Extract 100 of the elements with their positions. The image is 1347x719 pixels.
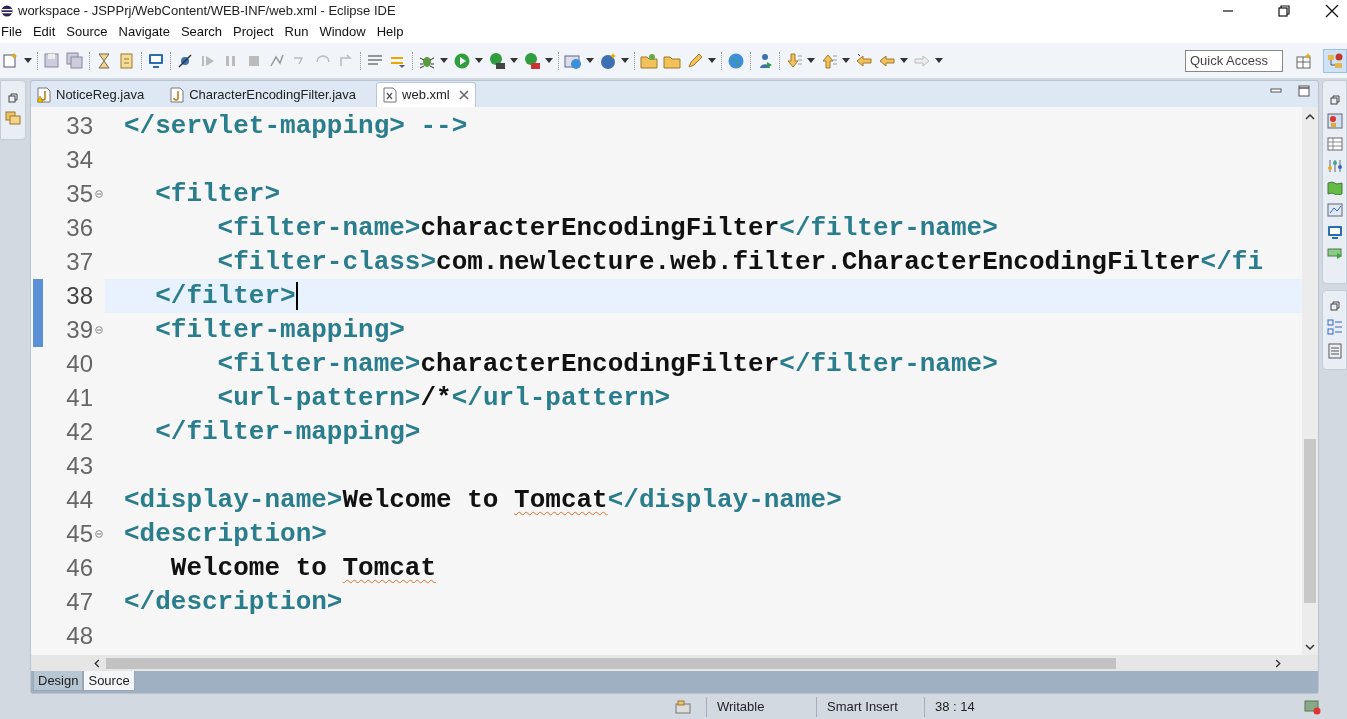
- line-number: 45: [65, 519, 93, 549]
- folders-icon[interactable]: [5, 111, 21, 125]
- folder-icon[interactable]: [674, 699, 692, 715]
- fold-icon[interactable]: [95, 530, 103, 538]
- notification-icon[interactable]: [1304, 699, 1322, 715]
- save-all-icon[interactable]: [66, 51, 84, 70]
- menu-item[interactable]: Help: [376, 22, 404, 42]
- xml-text: /*: [420, 381, 452, 415]
- outline-icon[interactable]: [1326, 319, 1343, 335]
- quick-access-field[interactable]: Quick Access: [1185, 49, 1283, 72]
- menu-item[interactable]: Run: [284, 22, 309, 42]
- xml-text: characterEncodingFilter: [420, 347, 780, 381]
- menu-item[interactable]: Project: [233, 22, 274, 42]
- horizontal-scrollbar[interactable]: [31, 655, 1318, 671]
- globe-icon[interactable]: [727, 51, 745, 70]
- line-number: 46: [65, 553, 93, 583]
- xml-text: characterEncodingFilter: [420, 211, 780, 245]
- hourglass-icon[interactable]: [95, 51, 113, 70]
- dropdown-caret-icon[interactable]: [586, 58, 594, 63]
- fold-icon[interactable]: [95, 326, 103, 334]
- chart-icon[interactable]: [1326, 203, 1343, 217]
- line-number: 37: [65, 247, 93, 277]
- run-external-icon[interactable]: [523, 51, 541, 70]
- dropdown-caret-icon[interactable]: [621, 58, 629, 63]
- xml-tag: </servlet-mapping> -->: [124, 107, 468, 146]
- menu-item[interactable]: File: [0, 22, 22, 42]
- save-icon[interactable]: [43, 51, 61, 70]
- maximize-icon[interactable]: [1298, 85, 1310, 97]
- dropdown-caret-icon[interactable]: [935, 58, 943, 63]
- dropdown-caret-icon[interactable]: [440, 58, 448, 63]
- status-text: 38 : 14: [935, 698, 975, 717]
- scroll-up-icon[interactable]: [1305, 113, 1315, 121]
- skip-breakpoints-icon[interactable]: [176, 51, 194, 70]
- editor-tab[interactable]: web.xml: [376, 82, 476, 107]
- open-folder-icon[interactable]: [640, 51, 658, 70]
- menu-item[interactable]: Navigate: [118, 22, 170, 42]
- scroll-down-icon[interactable]: [1305, 643, 1315, 651]
- status-text: Smart Insert: [827, 698, 898, 717]
- menu-item[interactable]: Edit: [32, 22, 56, 42]
- line-number: 44: [65, 485, 93, 515]
- xml-tag: </url-pattern>: [451, 378, 671, 418]
- xml-text: Welcome to: [169, 551, 328, 585]
- line-number: 38: [65, 281, 93, 311]
- dropdown-caret-icon[interactable]: [807, 58, 815, 63]
- console-icon[interactable]: [1326, 247, 1343, 259]
- line-number: 48: [65, 621, 93, 651]
- map-icon[interactable]: [1326, 181, 1343, 195]
- line-number: 35: [65, 179, 93, 209]
- dropdown-caret-icon[interactable]: [900, 58, 908, 63]
- fold-icon[interactable]: [95, 190, 103, 198]
- editor-mode-tab[interactable]: Source: [83, 671, 135, 691]
- xml-text: Tomcat: [342, 551, 437, 585]
- line-number: 39: [65, 315, 93, 345]
- line-number: 33: [65, 111, 93, 141]
- line-number: 47: [65, 587, 93, 617]
- line-number: 36: [65, 213, 93, 243]
- monitor-icon[interactable]: [1326, 225, 1343, 239]
- editor-tab[interactable]: NoticeReg.java: [31, 82, 151, 107]
- dropdown-caret-icon[interactable]: [708, 58, 716, 63]
- java-file-icon: [170, 86, 185, 103]
- servers-icon[interactable]: [1326, 113, 1343, 129]
- vertical-scrollbar[interactable]: [1302, 107, 1318, 655]
- document-swap-icon[interactable]: [118, 51, 136, 70]
- menu-item[interactable]: Search: [180, 22, 223, 42]
- sliders-icon[interactable]: [1326, 159, 1343, 173]
- scroll-thumb[interactable]: [1304, 439, 1316, 603]
- line-number: 42: [65, 417, 93, 447]
- dropdown-caret-icon[interactable]: [475, 58, 483, 63]
- xml-tag: </display-name>: [607, 480, 842, 520]
- run-tool-icon[interactable]: [488, 51, 506, 70]
- xml-tag: </filter-name>: [779, 344, 998, 384]
- xml-file-icon: [383, 87, 398, 103]
- menu-item[interactable]: Window: [319, 22, 366, 42]
- editor-mode-tab[interactable]: Design: [33, 671, 84, 691]
- dropdown-caret-icon[interactable]: [545, 58, 553, 63]
- dropdown-caret-icon[interactable]: [510, 58, 518, 63]
- table-icon[interactable]: [1326, 137, 1343, 151]
- xml-tag: </description>: [124, 582, 343, 622]
- editor-tab[interactable]: CharacterEncodingFilter.java: [164, 82, 363, 107]
- xml-text: Tomcat: [514, 483, 608, 517]
- menu-item[interactable]: Source: [66, 22, 108, 42]
- status-text: Writable: [717, 698, 765, 717]
- xml-text: com.newlecture.web.filter.CharacterEncodingFilter: [436, 245, 1201, 279]
- pen-icon[interactable]: [686, 51, 704, 70]
- minimize-icon[interactable]: [1270, 87, 1282, 95]
- scroll-right-icon[interactable]: [1274, 659, 1282, 668]
- window-title: workspace - JSPPrj/WebContent/WEB-INF/web.xml - Eclipse IDE: [18, 1, 396, 20]
- perspective-icon[interactable]: [1295, 51, 1313, 70]
- xml-text: Welcome to: [342, 483, 500, 517]
- restore-icon[interactable]: [1277, 3, 1291, 18]
- line-number: 41: [65, 383, 93, 413]
- dropdown-caret-icon[interactable]: [842, 58, 850, 63]
- dropdown-caret-icon[interactable]: [24, 58, 32, 63]
- monitor-icon[interactable]: [147, 51, 165, 70]
- xml-tag: </fi: [1200, 242, 1263, 282]
- java-ee-perspective-button[interactable]: [1323, 48, 1347, 73]
- document-icon[interactable]: [1327, 343, 1342, 359]
- scroll-thumb[interactable]: [106, 658, 1116, 669]
- close-icon[interactable]: [1325, 3, 1339, 18]
- scroll-left-icon[interactable]: [93, 659, 101, 668]
